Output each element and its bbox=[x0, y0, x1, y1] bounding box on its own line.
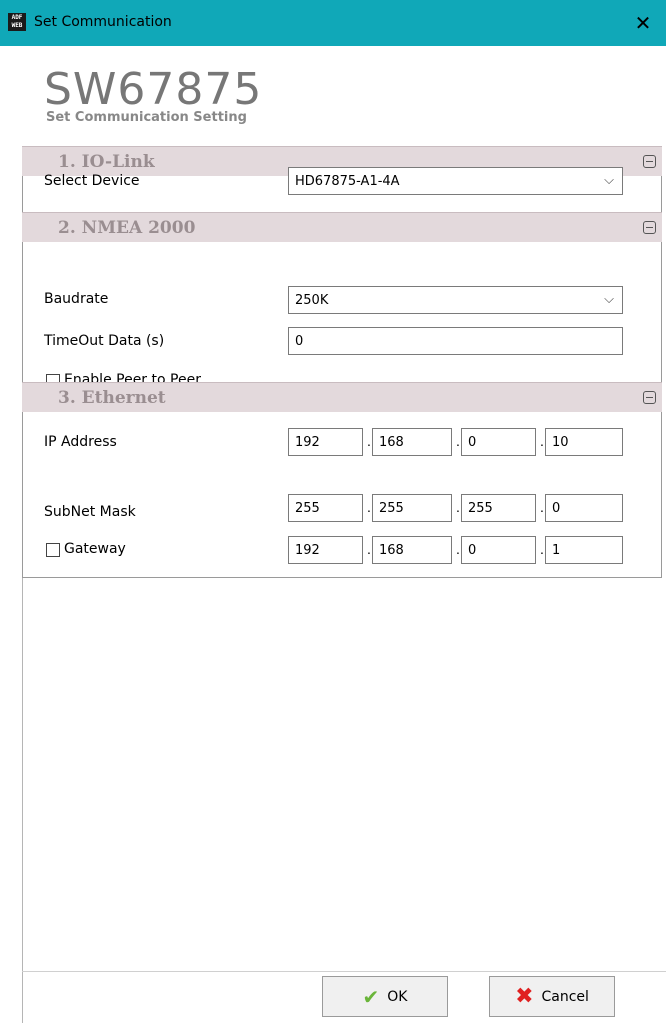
product-code: SW67875 bbox=[44, 64, 263, 115]
gateway-label: Gateway bbox=[64, 541, 126, 557]
cancel-label: Cancel bbox=[541, 988, 589, 1005]
product-subtitle: Set Communication Setting bbox=[46, 110, 247, 125]
gateway-octet-value: 192 bbox=[295, 543, 320, 558]
ip-octet-value: 0 bbox=[468, 435, 477, 450]
gateway-octet-value: 0 bbox=[468, 543, 477, 558]
chevron-down-icon: ⌵ bbox=[604, 173, 614, 188]
ip-dot: . bbox=[540, 541, 544, 557]
mask-octet-value: 255 bbox=[295, 501, 320, 516]
ip-dot: . bbox=[540, 433, 544, 449]
subnet-mask-label: SubNet Mask bbox=[44, 504, 136, 520]
check-icon: ✔ bbox=[362, 984, 380, 1009]
section-title: 3. Ethernet bbox=[58, 388, 166, 408]
ip-octet-value: 192 bbox=[295, 435, 320, 450]
header: SW67875 Set Communication Setting bbox=[22, 46, 666, 146]
ip-octet-value: 168 bbox=[379, 435, 404, 450]
section-title: 1. IO-Link bbox=[58, 152, 155, 172]
section-ethernet-header[interactable]: 3. Ethernet bbox=[22, 382, 662, 412]
mask-octet-value: 0 bbox=[552, 501, 561, 516]
select-device-value: HD67875-A1-4A bbox=[295, 174, 400, 189]
gateway-checkbox[interactable] bbox=[46, 543, 60, 557]
section-nmea-header[interactable]: 2. NMEA 2000 bbox=[22, 212, 662, 242]
title-bar: ADF WEB Set Communication ✕ bbox=[0, 0, 666, 46]
ip-octet-value: 10 bbox=[552, 435, 569, 450]
collapse-icon[interactable] bbox=[643, 391, 656, 404]
gateway-octet-3[interactable]: 0 bbox=[461, 536, 536, 564]
ip-dot: . bbox=[367, 433, 371, 449]
content-left-border bbox=[22, 578, 23, 1023]
ok-button[interactable]: ✔ OK bbox=[322, 976, 448, 1017]
mask-octet-1[interactable]: 255 bbox=[288, 494, 363, 522]
window-title: Set Communication bbox=[34, 14, 172, 30]
left-strip bbox=[0, 46, 22, 1023]
collapse-icon[interactable] bbox=[643, 221, 656, 234]
select-device-dropdown[interactable]: HD67875-A1-4A ⌵ bbox=[288, 167, 623, 195]
gateway-octet-value: 1 bbox=[552, 543, 561, 558]
timeout-label: TimeOut Data (s) bbox=[44, 333, 165, 349]
close-icon: ✕ bbox=[634, 12, 652, 35]
gateway-octet-value: 168 bbox=[379, 543, 404, 558]
ip-address-label: IP Address bbox=[44, 434, 117, 450]
ip-octet-2[interactable]: 168 bbox=[372, 428, 452, 456]
mask-octet-2[interactable]: 255 bbox=[372, 494, 452, 522]
timeout-value: 0 bbox=[295, 334, 304, 349]
timeout-input[interactable]: 0 bbox=[288, 327, 623, 355]
select-device-label: Select Device bbox=[44, 173, 140, 189]
mask-octet-4[interactable]: 0 bbox=[545, 494, 623, 522]
ip-dot: . bbox=[456, 499, 460, 515]
baudrate-dropdown[interactable]: 250K ⌵ bbox=[288, 286, 623, 314]
mask-octet-3[interactable]: 255 bbox=[461, 494, 536, 522]
section-title: 2. NMEA 2000 bbox=[58, 218, 196, 238]
ip-dot: . bbox=[367, 499, 371, 515]
chevron-down-icon: ⌵ bbox=[604, 292, 614, 307]
ip-octet-1[interactable]: 192 bbox=[288, 428, 363, 456]
x-icon: ✖ bbox=[515, 984, 534, 1009]
gateway-octet-2[interactable]: 168 bbox=[372, 536, 452, 564]
mask-octet-value: 255 bbox=[468, 501, 493, 516]
gateway-octet-1[interactable]: 192 bbox=[288, 536, 363, 564]
cancel-button[interactable]: ✖ Cancel bbox=[489, 976, 615, 1017]
ip-octet-3[interactable]: 0 bbox=[461, 428, 536, 456]
ip-octet-4[interactable]: 10 bbox=[545, 428, 623, 456]
ip-dot: . bbox=[367, 541, 371, 557]
ok-label: OK bbox=[387, 988, 408, 1005]
ip-dot: . bbox=[540, 499, 544, 515]
ip-dot: . bbox=[456, 433, 460, 449]
ip-dot: . bbox=[456, 541, 460, 557]
footer-separator bbox=[22, 971, 666, 972]
mask-octet-value: 255 bbox=[379, 501, 404, 516]
close-button[interactable]: ✕ bbox=[620, 0, 666, 46]
collapse-icon[interactable] bbox=[643, 155, 656, 168]
app-icon: ADF WEB bbox=[8, 13, 26, 31]
baudrate-label: Baudrate bbox=[44, 291, 109, 307]
gateway-octet-4[interactable]: 1 bbox=[545, 536, 623, 564]
baudrate-value: 250K bbox=[295, 293, 329, 308]
